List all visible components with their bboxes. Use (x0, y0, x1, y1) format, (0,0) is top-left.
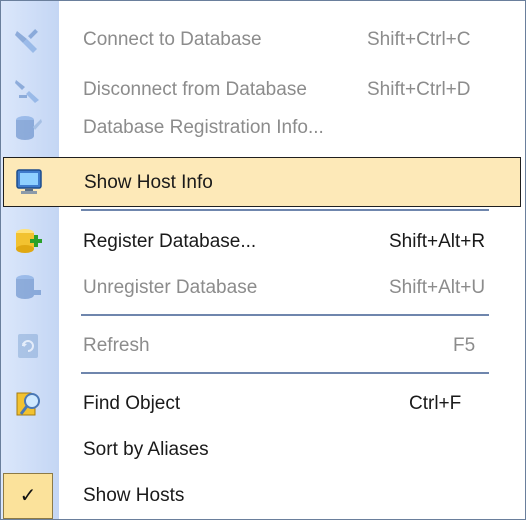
menu-item-shortcut: Shift+Alt+R (389, 231, 486, 252)
menu-item-label: Connect to Database (83, 29, 262, 50)
menu-item-label: Find Object (83, 393, 181, 414)
menu-item-label: Unregister Database (83, 277, 258, 298)
menu-item-label: Refresh (83, 335, 150, 356)
menu-item-label: Show Host Info (84, 172, 213, 193)
context-menu: Connect to Database Shift+Ctrl+C Disconn… (0, 0, 526, 520)
menu-item-show-host-info[interactable]: Show Host Info (3, 157, 521, 207)
database-info-icon (16, 116, 42, 140)
database-remove-icon (16, 275, 41, 299)
menu-separator (81, 372, 489, 374)
menu-item-show-hosts[interactable]: ✓ Show Hosts (1, 471, 521, 521)
menu-item-label: Register Database... (83, 231, 257, 252)
menu-item-label: Show Hosts (83, 485, 185, 506)
disconnect-plug-icon (15, 80, 39, 103)
menu-item-connect-to-database[interactable]: Connect to Database Shift+Ctrl+C (1, 15, 521, 65)
database-add-icon (16, 229, 42, 253)
connect-plug-icon (15, 29, 38, 53)
refresh-icon (18, 334, 38, 358)
menu-item-unregister-database[interactable]: Unregister Database Shift+Alt+U (1, 263, 521, 313)
menu-item-shortcut: Shift+Ctrl+C (367, 29, 471, 50)
checkmark-icon: ✓ (3, 473, 53, 519)
menu-item-register-database[interactable]: Register Database... Shift+Alt+R (1, 217, 521, 267)
menu-item-refresh[interactable]: Refresh F5 (1, 321, 521, 371)
menu-separator (81, 209, 489, 211)
menu-item-database-registration-info[interactable]: Database Registration Info... (1, 103, 521, 153)
menu-item-shortcut: Ctrl+F (409, 393, 462, 414)
find-object-icon (16, 392, 40, 416)
menu-item-find-object[interactable]: Find Object Ctrl+F (1, 379, 521, 429)
menu-item-shortcut: F5 (453, 335, 476, 356)
menu-separator (81, 314, 489, 316)
monitor-icon (16, 169, 42, 194)
menu-item-label: Database Registration Info... (83, 117, 324, 138)
menu-item-label: Sort by Aliases (83, 439, 209, 460)
menu-item-shortcut: Shift+Alt+U (389, 277, 486, 298)
menu-item-sort-by-aliases[interactable]: Sort by Aliases (1, 425, 521, 475)
